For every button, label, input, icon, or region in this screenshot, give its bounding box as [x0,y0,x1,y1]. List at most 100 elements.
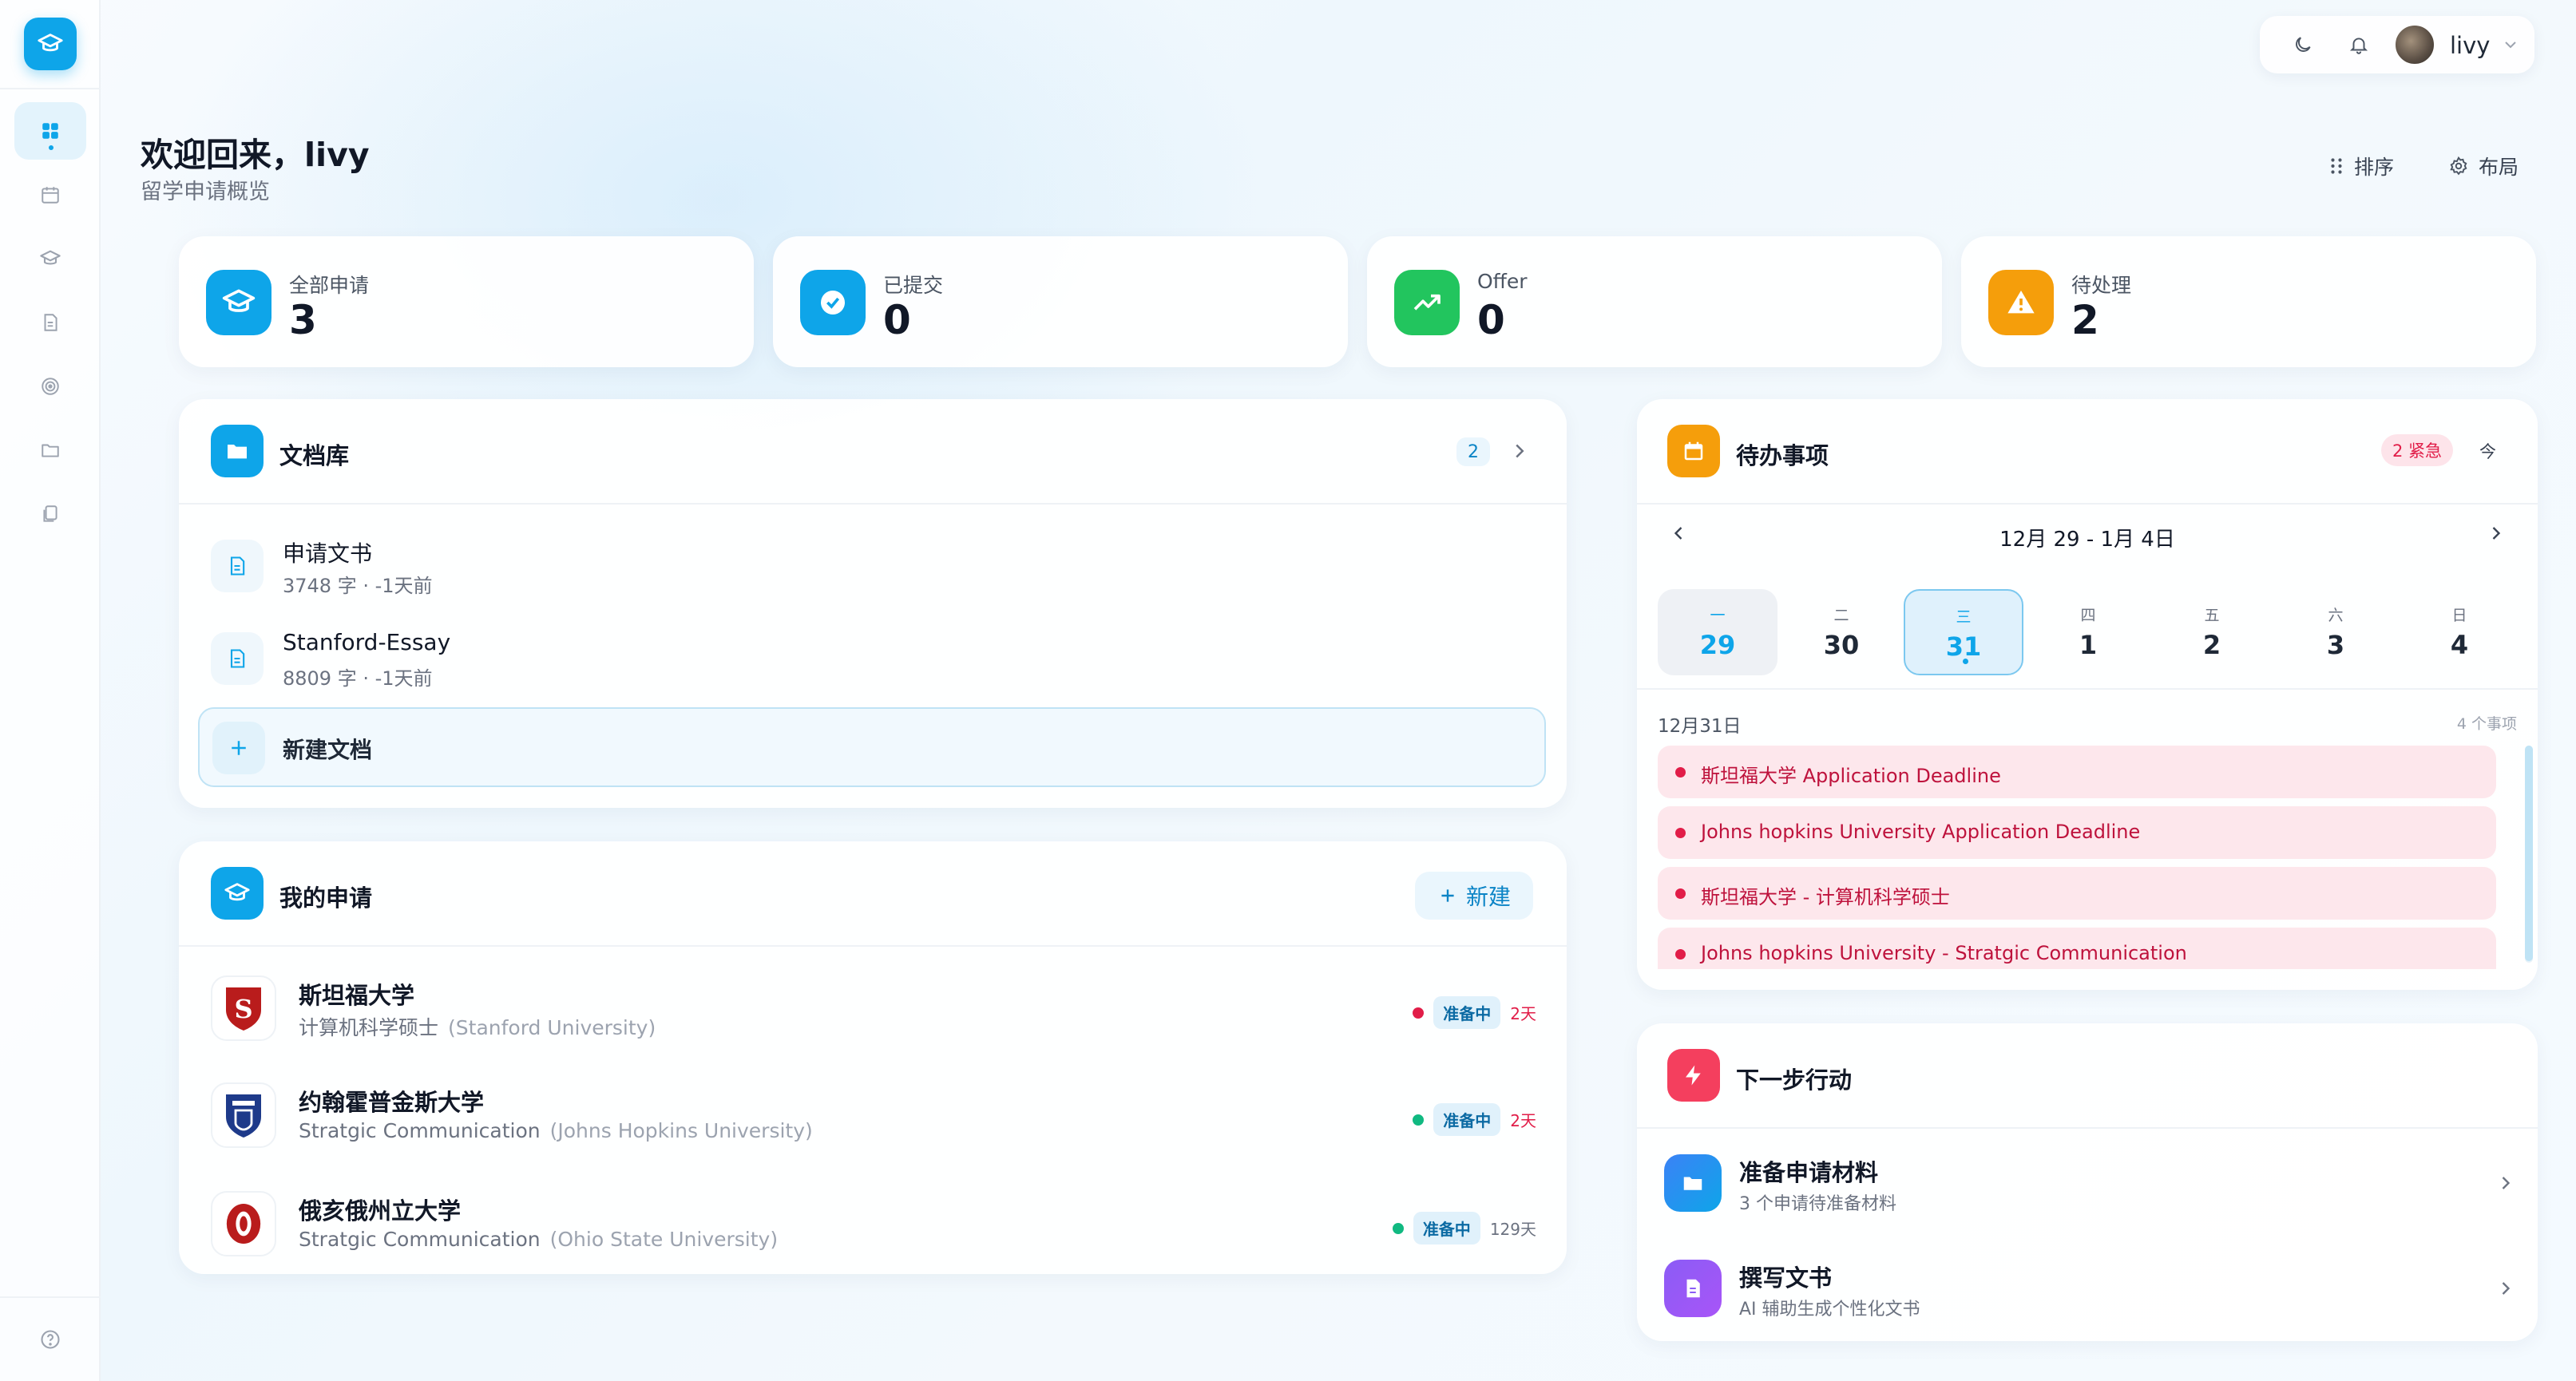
add-application-button[interactable]: 新建 [1415,872,1533,920]
app-logo[interactable] [24,18,77,70]
chevron-down-icon[interactable] [2501,35,2520,54]
day-cell[interactable]: 五 2 [2152,589,2272,675]
todo-card: 待办事项 2 紧急 今 12月 29 - 1月 4日 一 29 二 30 三 3… [1637,399,2538,990]
urgent-dot [1675,949,1686,960]
help-icon [41,1330,60,1349]
list-item[interactable]: 申请文书 3748 字 · -1天前 [211,530,1536,602]
document-icon [44,314,57,331]
document-icon [211,540,264,592]
table-row[interactable]: 约翰霍普金斯大学 Stratgic Communication (Johns Ho… [211,1074,1536,1162]
stat-card-submitted[interactable]: 已提交 0 [773,236,1348,367]
section-title: 我的申请 [279,884,373,912]
event-list[interactable]: 斯坦福大学 Application Deadline Johns hopkins… [1658,746,2496,969]
status-badge: 准备中 [1413,1212,1480,1244]
urgent-dot [1675,767,1686,778]
weekday-label: 三 [1956,608,1972,626]
chevron-right-icon [2492,527,2501,540]
document-count-badge: 2 [1456,437,1490,466]
status-badge: 准备中 [1433,996,1501,1029]
files-icon [43,505,57,522]
sort-button[interactable]: 排序 [2328,150,2394,182]
sidebar-item-goals[interactable] [14,358,86,415]
event-scrollbar-thumb[interactable] [2525,746,2533,961]
bell-icon [2349,38,2368,54]
page-title: 欢迎回来，livy [141,136,370,174]
weekday-label: 五 [2204,607,2220,624]
username[interactable]: livy [2450,32,2490,59]
next-action-item[interactable]: 撰写文书 AI 辅助生成个性化文书 [1661,1247,2517,1327]
theme-toggle-button[interactable] [2292,34,2314,56]
day-cell[interactable]: 六 3 [2276,589,2396,675]
sidebar-divider [0,88,101,89]
plus-icon [1441,889,1454,902]
stat-card-all[interactable]: 全部申请 3 [179,236,754,367]
sidebar-item-help[interactable] [14,1311,86,1368]
document-icon [1664,1260,1722,1317]
target-icon [42,378,59,395]
add-application-label: 新建 [1465,884,1511,910]
layout-button[interactable]: 布局 [2448,150,2519,182]
next-week-button[interactable] [2483,520,2509,546]
today-button[interactable]: 今 [2479,439,2496,463]
university-english-name: (Johns Hopkins University) [549,1119,813,1142]
sidebar-bottom-divider [0,1296,101,1298]
calendar-icon [42,187,59,204]
table-row[interactable]: S 斯坦福大学 计算机科学硕士 (Stanford University) 准备中… [211,967,1536,1055]
sidebar-item-calendar[interactable] [14,166,86,224]
event-title: Johns hopkins University Application Dea… [1701,821,2141,843]
document-icon [211,632,264,685]
new-document-button[interactable]: 新建文档 [198,707,1546,787]
section-divider [1637,503,2538,505]
list-item[interactable]: Stanford-Essay 8809 字 · -1天前 [211,623,1536,694]
status-group: 准备中 2天 [1413,996,1536,1029]
section-divider [1637,1127,2538,1129]
event-item[interactable]: 斯坦福大学 Application Deadline [1658,746,2496,798]
sidebar-item-folders[interactable] [14,421,86,479]
day-cell[interactable]: 日 4 [2400,589,2519,675]
urgent-badge: 2 紧急 [2380,434,2453,466]
program-name: Stratgic Communication (Ohio State Univer… [299,1228,778,1251]
sidebar-item-dashboard[interactable] [14,102,86,160]
program-text: Stratgic Communication [299,1119,541,1142]
table-row[interactable]: 俄亥俄州立大学 Stratgic Communication (Ohio Stat… [211,1183,1536,1271]
day-cell[interactable]: 四 1 [2028,589,2148,675]
status-badge: 准备中 [1433,1103,1501,1136]
calendar-icon [1667,425,1720,477]
program-name: Stratgic Communication (Johns Hopkins Uni… [299,1119,813,1142]
sidebar-item-schools[interactable] [14,230,86,287]
chevron-right-icon[interactable] [1508,439,1532,463]
weekday-label: 六 [2328,607,2344,624]
event-item[interactable]: Johns hopkins University - Stratgic Comm… [1658,928,2496,969]
dashboard-icon [42,123,58,139]
applications-card: 我的申请 新建 S 斯坦福大学 计算机科学硕士 (Stanford Univers… [179,841,1567,1274]
day-cell[interactable]: 二 30 [1781,589,1901,675]
week-range: 12月 29 - 1月 4日 [1999,528,2175,552]
day-number: 1 [2079,630,2098,660]
day-cell[interactable]: 一 29 [1658,589,1777,675]
event-item[interactable]: Johns hopkins University Application Dea… [1658,806,2496,859]
weekday-label: 二 [1833,607,1849,624]
folder-icon [1664,1154,1722,1212]
stat-card-offer[interactable]: Offer 0 [1367,236,1942,367]
urgent-dot [1675,828,1686,838]
sidebar-item-documents[interactable] [14,294,86,351]
stat-card-pending[interactable]: 待处理 2 [1961,236,2536,367]
notifications-button[interactable] [2348,34,2370,56]
university-name: 约翰霍普金斯大学 [299,1089,485,1116]
event-item[interactable]: 斯坦福大学 - 计算机科学硕士 [1658,867,2496,920]
weekday-label: 日 [2451,607,2467,624]
stat-value: 3 [289,297,317,343]
gear-icon [2450,156,2467,176]
document-name: Stanford-Essay [283,629,451,655]
day-cell-selected[interactable]: 三 31 [1904,589,2023,675]
next-action-item[interactable]: 准备申请材料 3 个申请待准备材料 [1661,1142,2517,1221]
sidebar-item-files[interactable] [14,485,86,543]
chevron-right-icon [2502,1177,2511,1189]
next-actions-card: 下一步行动 准备申请材料 3 个申请待准备材料 撰写文书 AI 辅助生成个性化文… [1637,1023,2538,1341]
university-name: 俄亥俄州立大学 [299,1197,462,1225]
event-indicator [1963,659,1968,664]
active-indicator [49,145,54,150]
avatar[interactable] [2394,24,2435,65]
top-bar: livy [2260,16,2534,73]
stat-value: 0 [1477,297,1505,343]
